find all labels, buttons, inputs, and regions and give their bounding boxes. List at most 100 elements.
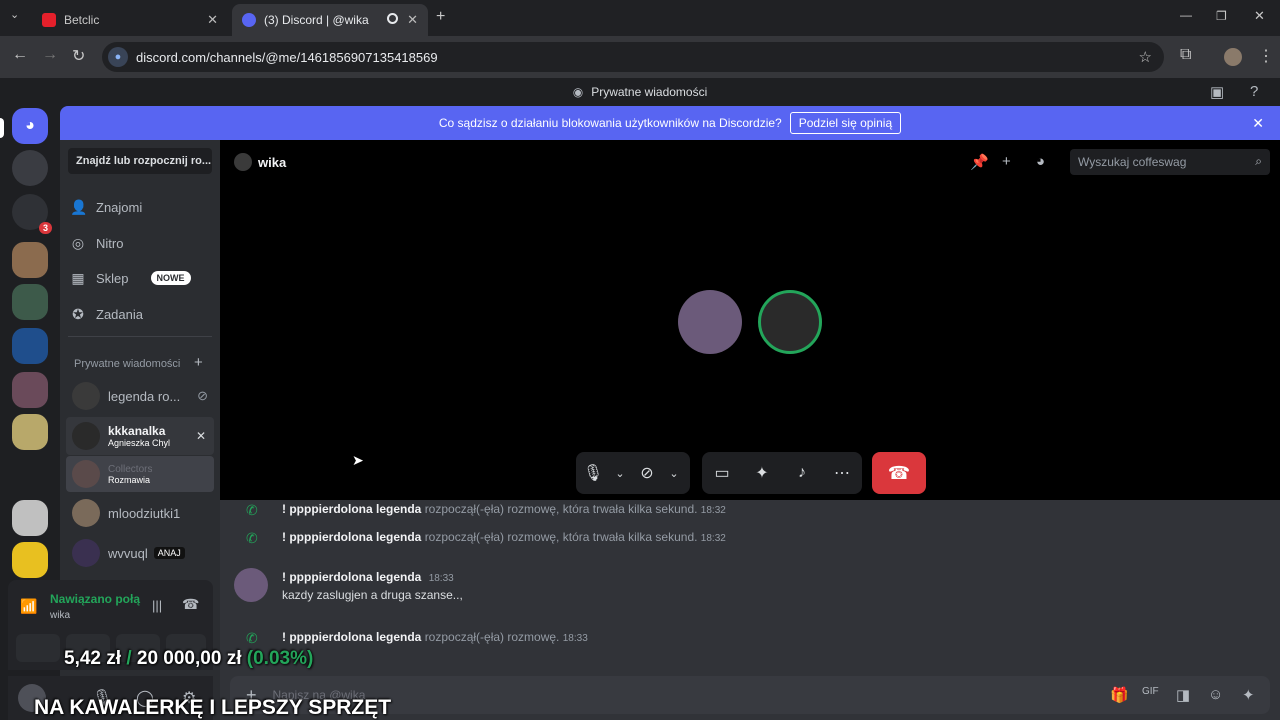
close-dm-icon[interactable]: ✕	[196, 429, 206, 443]
dm-section-header: Prywatne wiadomości	[74, 358, 181, 370]
signal-icon[interactable]: 📶	[20, 598, 37, 615]
search-icon: ⌕	[1255, 154, 1262, 168]
microphone-icon[interactable]: 🎙	[576, 463, 610, 483]
emoji-icon[interactable]: ☺	[1208, 686, 1223, 703]
tab-title: (3) Discord | @wika	[264, 13, 369, 27]
avatar[interactable]	[234, 568, 268, 602]
nav-nitro[interactable]: ◎ Nitro	[70, 226, 210, 260]
dm-name: legenda ro...	[108, 388, 181, 404]
voice-channel: wika	[50, 610, 71, 621]
dm-item[interactable]: legenda ro... ⊘	[66, 378, 214, 414]
dm-icon: ◉	[572, 85, 584, 99]
banner-text: Co sądzisz o działaniu blokowania użytko…	[438, 116, 782, 130]
server-avatar[interactable]	[12, 372, 48, 408]
inbox-icon[interactable]: ▣	[1210, 83, 1224, 101]
disconnect-icon[interactable]: ☎	[182, 596, 199, 613]
close-icon[interactable]: ✕	[1252, 115, 1264, 132]
server-avatar[interactable]	[12, 150, 48, 186]
chevron-down-icon[interactable]: ⌄	[610, 467, 630, 480]
activities-icon[interactable]: ✦	[742, 463, 782, 483]
forward-icon[interactable]: →	[42, 46, 58, 64]
extensions-icon[interactable]: ⧉	[1180, 46, 1191, 64]
nav-friends[interactable]: 👤 Znajomi	[70, 190, 210, 224]
new-tab-icon[interactable]: +	[436, 8, 445, 26]
server-avatar[interactable]	[12, 414, 48, 450]
avatar	[72, 539, 100, 567]
avatar	[72, 382, 100, 410]
user-profile-icon[interactable]: ◕	[1036, 153, 1045, 170]
tab-betclic[interactable]: Betclic ✕	[32, 4, 228, 36]
maximize-icon[interactable]: ❐	[1216, 9, 1227, 23]
feedback-button[interactable]: Podziel się opinią	[789, 112, 902, 134]
tab-search-icon[interactable]: ⌄	[10, 8, 19, 21]
url-text: discord.com/channels/@me/146185690713541…	[136, 49, 438, 65]
dm-item[interactable]: mloodziutki1	[66, 495, 214, 531]
gif-icon[interactable]: GIF	[1142, 686, 1159, 697]
pin-icon[interactable]: 📌	[970, 153, 989, 171]
search-placeholder: Wyszukaj coffeswag	[1078, 155, 1187, 169]
mouse-cursor-icon: ➤	[352, 452, 364, 468]
sticker-icon[interactable]: ◨	[1176, 686, 1190, 704]
discord-home-icon[interactable]: ◕	[12, 108, 48, 144]
dm-name: kkkanalka	[108, 424, 166, 438]
minimize-icon[interactable]: —	[1180, 8, 1192, 22]
window-close-icon[interactable]: ✕	[1254, 8, 1265, 24]
profile-avatar[interactable]	[1224, 48, 1242, 66]
noise-suppression-icon[interactable]: |||	[152, 598, 162, 613]
more-icon[interactable]: ⋯	[822, 463, 862, 483]
msg-text: rozpoczął(-ęła) rozmowę, która trwała ki…	[424, 530, 698, 544]
server-avatar[interactable]: 3	[12, 194, 52, 234]
server-avatar[interactable]	[12, 284, 48, 320]
back-icon[interactable]: ←	[12, 46, 28, 64]
dm-search-input[interactable]: Znajdź lub rozpocznij ro...	[68, 148, 212, 174]
voice-status[interactable]: Nawiązano połą	[50, 592, 140, 606]
main-content: wika 📌 + ◕ Wyszukaj coffeswag ⌕ 🎙 ⌄ ⊘ ⌄ …	[220, 140, 1280, 720]
soundboard-icon[interactable]: ♪	[782, 464, 822, 482]
search-input[interactable]: Wyszukaj coffeswag ⌕	[1070, 149, 1270, 175]
call-participant-avatar[interactable]	[758, 290, 822, 354]
chat-message: ! ppppierdolona legenda 18:33 kazdy zasl…	[282, 570, 463, 602]
muted-icon: ⊘	[197, 388, 208, 403]
tab-title: Betclic	[64, 13, 100, 27]
dm-item[interactable]: wvvuql ANAJ	[66, 535, 214, 571]
server-badge: 3	[38, 222, 52, 234]
nav-shop[interactable]: ▦ Sklep NOWE	[70, 261, 210, 295]
dm-name: wvvuql	[108, 545, 148, 561]
gift-icon[interactable]: 🎁	[1110, 686, 1129, 704]
chevron-down-icon[interactable]: ⌄	[664, 467, 684, 480]
msg-author: ! ppppierdolona legenda	[282, 530, 422, 544]
browser-menu-icon[interactable]: ⋮	[1258, 46, 1274, 66]
avatar	[72, 460, 100, 488]
divider	[68, 336, 212, 337]
dm-tag: ANAJ	[153, 547, 185, 559]
call-participant-avatar[interactable]	[678, 290, 742, 354]
tab-discord[interactable]: (3) Discord | @wika ✕	[232, 4, 428, 36]
create-dm-icon[interactable]: +	[194, 354, 203, 371]
camera-toggle-button[interactable]	[16, 634, 60, 662]
camera-off-icon[interactable]: ⊘	[630, 463, 664, 483]
server-avatar[interactable]	[12, 242, 48, 278]
reload-icon[interactable]: ↻	[72, 46, 85, 66]
bookmark-star-icon[interactable]: ☆	[1139, 48, 1152, 66]
nav-label: Sklep	[96, 270, 129, 286]
mic-permission-icon[interactable]: ●	[108, 47, 128, 67]
dm-item[interactable]: kkkanalka Agnieszka Chyl ✕	[66, 417, 214, 455]
call-icon: ✆	[246, 630, 258, 646]
apps-icon[interactable]: ✦	[1242, 686, 1255, 704]
server-avatar[interactable]	[12, 328, 48, 364]
close-icon[interactable]: ✕	[207, 12, 218, 28]
server-avatar[interactable]	[12, 542, 48, 578]
dm-activity: Agnieszka Chyl	[108, 438, 171, 448]
server-avatar[interactable]	[12, 500, 48, 536]
disconnect-button[interactable]: ☎	[872, 452, 926, 494]
msg-author[interactable]: ! ppppierdolona legenda	[282, 570, 421, 584]
close-icon[interactable]: ✕	[407, 12, 418, 28]
dm-item[interactable]: Collectors Rozmawia	[66, 456, 214, 492]
add-friends-icon[interactable]: +	[1002, 153, 1011, 170]
avatar	[72, 422, 100, 450]
help-icon[interactable]: ?	[1250, 83, 1258, 100]
nav-quests[interactable]: ✪ Zadania	[70, 297, 210, 331]
donation-separator: /	[126, 648, 132, 669]
url-field[interactable]: ● discord.com/channels/@me/1461856907135…	[102, 42, 1164, 72]
screen-share-icon[interactable]: ▭	[702, 463, 742, 483]
